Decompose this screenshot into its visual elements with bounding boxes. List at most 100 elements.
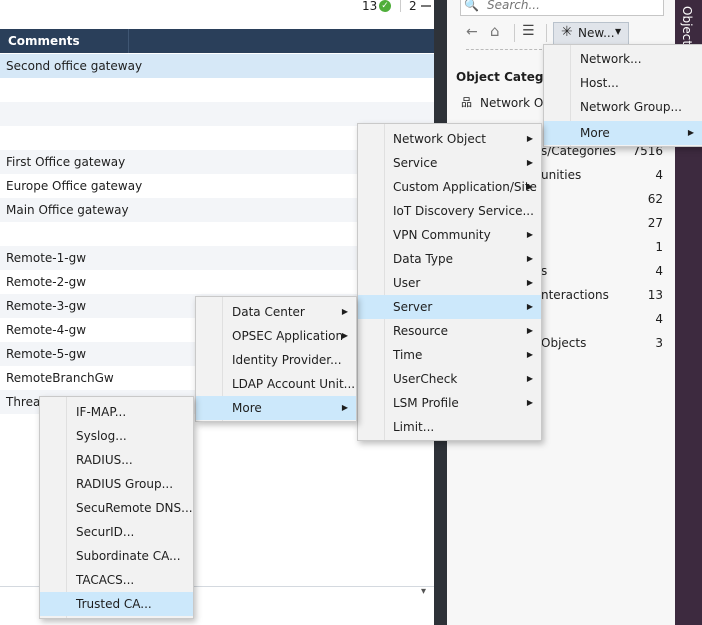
comment-cell: Second office gateway bbox=[6, 59, 143, 73]
menu-item-data-center[interactable]: Data Center ▶ bbox=[196, 300, 356, 324]
menu-item-data-type[interactable]: Data Type ▶ bbox=[358, 247, 541, 271]
comments-column-header[interactable]: Comments bbox=[8, 29, 80, 53]
server-submenu: Data Center ▶ OPSEC Application ▶ Identity… bbox=[195, 296, 357, 422]
chevron-right-icon: ▶ bbox=[341, 307, 348, 316]
back-arrow-icon[interactable]: ← bbox=[466, 24, 478, 40]
menu-item-label: RADIUS... bbox=[76, 453, 133, 467]
category-label: nteractions bbox=[541, 288, 609, 302]
menu-item-label: Subordinate CA... bbox=[76, 549, 181, 563]
table-header: Comments bbox=[0, 29, 434, 53]
ok-count: 13 bbox=[362, 0, 378, 13]
menu-item-limit[interactable]: Limit... bbox=[358, 415, 541, 439]
menu-item-custom-application[interactable]: Custom Application/Site ▶ bbox=[358, 175, 541, 199]
menu-item-label: OPSEC Application bbox=[232, 329, 344, 343]
comment-cell: Remote-4-gw bbox=[6, 323, 87, 337]
category-label: Objects bbox=[541, 336, 587, 350]
search-input[interactable] bbox=[487, 0, 637, 12]
menu-item-securemote-dns[interactable]: SecuRemote DNS... bbox=[40, 496, 193, 520]
category-count: 3 bbox=[655, 336, 663, 350]
category-count: 4 bbox=[655, 168, 663, 182]
menu-item-host[interactable]: Host... bbox=[544, 71, 702, 95]
comment-cell: Main Office gateway bbox=[6, 203, 129, 217]
menu-item-user[interactable]: User ▶ bbox=[358, 271, 541, 295]
menu-item-label: Data Type bbox=[393, 252, 454, 266]
menu-item-iot-discovery[interactable]: IoT Discovery Service... bbox=[358, 199, 541, 223]
menu-item-network-group[interactable]: Network Group... bbox=[544, 95, 702, 119]
table-row[interactable]: Second office gateway bbox=[0, 54, 434, 78]
category-label: unities bbox=[541, 168, 582, 182]
menu-item-label: SecuRemote DNS... bbox=[76, 501, 193, 515]
menu-item-subordinate-ca[interactable]: Subordinate CA... bbox=[40, 544, 193, 568]
search-icon: 🔍 bbox=[464, 0, 479, 12]
menu-item-label: RADIUS Group... bbox=[76, 477, 174, 491]
category-count: 62 bbox=[647, 192, 663, 206]
comment-cell: Europe Office gateway bbox=[6, 179, 143, 193]
chevron-right-icon: ▶ bbox=[687, 128, 694, 137]
category-count: 27 bbox=[647, 216, 663, 230]
minus-icon bbox=[421, 5, 431, 7]
menu-item-opsec-application[interactable]: OPSEC Application ▶ bbox=[196, 324, 356, 348]
menu-item-tacacs[interactable]: TACACS... bbox=[40, 568, 193, 592]
table-row[interactable] bbox=[0, 78, 434, 102]
menu-item-usercheck[interactable]: UserCheck ▶ bbox=[358, 367, 541, 391]
menu-item-identity-provider[interactable]: Identity Provider... bbox=[196, 348, 356, 372]
chevron-right-icon: ▶ bbox=[526, 302, 533, 311]
comment-cell: RemoteBranchGw bbox=[6, 371, 114, 385]
menu-item-label: Identity Provider... bbox=[232, 353, 342, 367]
comment-cell: First Office gateway bbox=[6, 155, 126, 169]
menu-item-if-map[interactable]: IF-MAP... bbox=[40, 400, 193, 424]
menu-item-label: UserCheck bbox=[393, 372, 458, 386]
menu-item-label: Network... bbox=[580, 52, 642, 66]
category-count: 4 bbox=[655, 312, 663, 326]
menu-item-radius-group[interactable]: RADIUS Group... bbox=[40, 472, 193, 496]
collapse-icon[interactable]: ▾ bbox=[421, 586, 426, 597]
chevron-down-icon: ▼ bbox=[615, 27, 622, 36]
menu-item-server[interactable]: Server ▶ bbox=[358, 295, 541, 319]
menu-item-label: Resource bbox=[393, 324, 449, 338]
menu-item-syslog[interactable]: Syslog... bbox=[40, 424, 193, 448]
menu-item-label: Syslog... bbox=[76, 429, 127, 443]
menu-item-label: Limit... bbox=[393, 420, 435, 434]
comment-cell: Remote-2-gw bbox=[6, 275, 87, 289]
menu-item-more[interactable]: More ▶ bbox=[544, 121, 702, 145]
status-divider bbox=[400, 0, 401, 12]
menu-item-label: Network Object bbox=[393, 132, 486, 146]
chevron-right-icon: ▶ bbox=[526, 278, 533, 287]
menu-item-radius[interactable]: RADIUS... bbox=[40, 448, 193, 472]
column-divider[interactable] bbox=[128, 29, 129, 53]
more-submenu: Network Object ▶ Service ▶ Custom Applicat… bbox=[357, 123, 542, 441]
menu-item-time[interactable]: Time ▶ bbox=[358, 343, 541, 367]
menu-item-label: TACACS... bbox=[76, 573, 135, 587]
menu-item-lsm-profile[interactable]: LSM Profile ▶ bbox=[358, 391, 541, 415]
menu-item-label: Network Group... bbox=[580, 100, 682, 114]
menu-item-resource[interactable]: Resource ▶ bbox=[358, 319, 541, 343]
menu-item-label: SecurID... bbox=[76, 525, 135, 539]
toolbar-divider bbox=[546, 24, 547, 42]
chevron-right-icon: ▶ bbox=[526, 158, 533, 167]
home-icon[interactable]: ⌂ bbox=[490, 22, 500, 40]
menu-item-label: Custom Application/Site bbox=[393, 180, 537, 194]
menu-item-network-object[interactable]: Network Object ▶ bbox=[358, 127, 541, 151]
category-count: 1 bbox=[655, 240, 663, 254]
menu-item-label: More bbox=[580, 126, 610, 140]
category-count: 13 bbox=[647, 288, 663, 302]
other-count: 2 bbox=[409, 0, 417, 13]
menu-item-network[interactable]: Network... bbox=[544, 47, 702, 71]
menu-item-ldap-account-unit[interactable]: LDAP Account Unit... bbox=[196, 372, 356, 396]
toolbar-divider bbox=[514, 24, 515, 42]
menu-item-server-more[interactable]: More ▶ bbox=[196, 396, 356, 420]
menu-item-trusted-ca[interactable]: Trusted CA... bbox=[40, 592, 193, 616]
menu-item-vpn-community[interactable]: VPN Community ▶ bbox=[358, 223, 541, 247]
menu-item-label: Host... bbox=[580, 76, 619, 90]
menu-item-service[interactable]: Service ▶ bbox=[358, 151, 541, 175]
menu-item-label: More bbox=[232, 401, 262, 415]
comment-cell: Remote-3-gw bbox=[6, 299, 87, 313]
list-view-icon[interactable]: ☰ bbox=[522, 23, 535, 39]
chevron-right-icon: ▶ bbox=[341, 403, 348, 412]
menu-item-label: LDAP Account Unit... bbox=[232, 377, 356, 391]
menu-item-securid[interactable]: SecurID... bbox=[40, 520, 193, 544]
chevron-right-icon: ▶ bbox=[526, 350, 533, 359]
chevron-right-icon: ▶ bbox=[526, 134, 533, 143]
comment-cell: Remote-5-gw bbox=[6, 347, 87, 361]
menu-item-label: LSM Profile bbox=[393, 396, 459, 410]
